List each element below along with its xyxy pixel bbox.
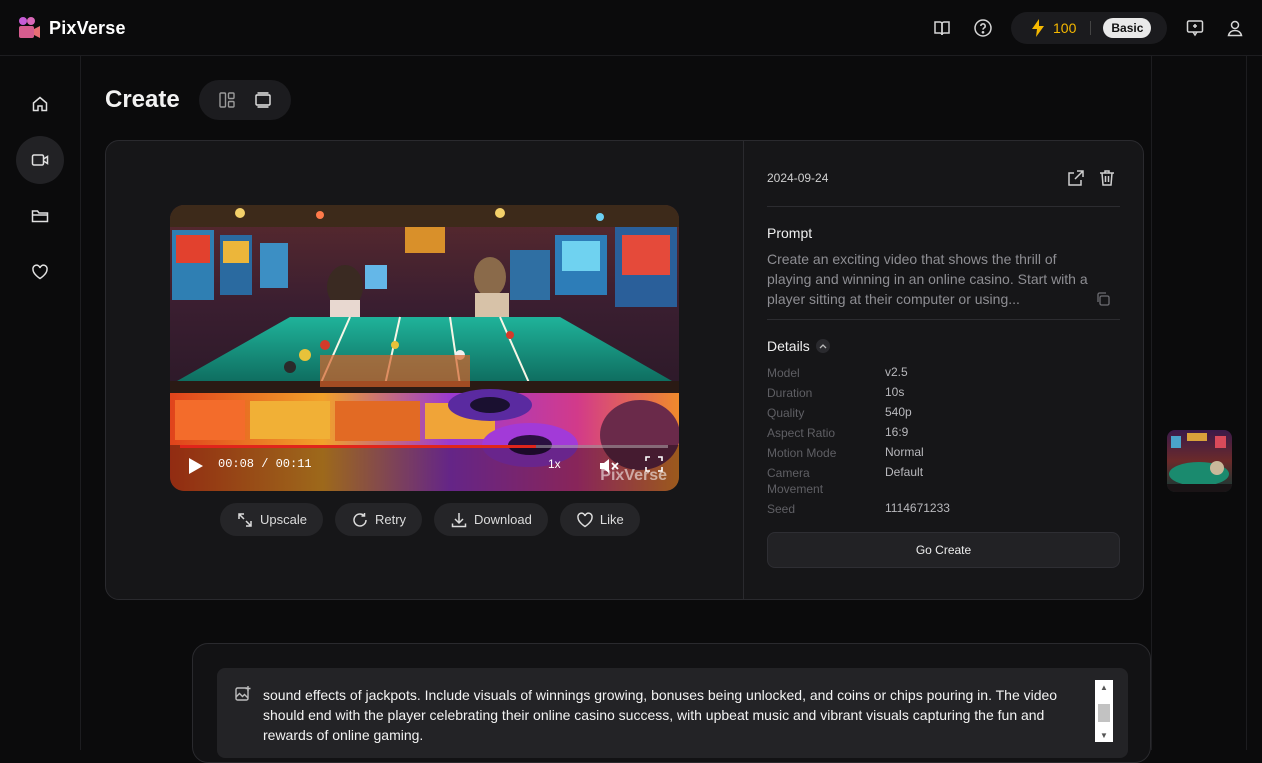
top-bar: PixVerse 100 Basic [0,0,1262,56]
details-panel: 2024-09-24 Prompt Create an exciting vid… [767,141,1120,599]
action-row: Upscale Retry Download Like [220,503,640,536]
plan-badge[interactable]: Basic [1103,18,1152,38]
prompt-input[interactable]: ​ sound effects of jackpots. Include vis… [217,668,1128,758]
detail-key: Quality [767,406,805,420]
user-icon[interactable] [1225,18,1245,38]
upscale-icon [238,512,252,527]
upscale-label: Upscale [260,512,307,527]
help-icon[interactable] [973,18,993,38]
retry-button[interactable]: Retry [334,503,423,536]
detail-value: 16:9 [885,425,909,439]
prompt-text: Create an exciting video that shows the … [767,251,1088,307]
play-button[interactable] [188,457,204,475]
download-icon [451,512,467,527]
delete-button[interactable] [1097,168,1117,188]
prompt-heading: Prompt [767,225,813,241]
progress-bar[interactable] [180,445,668,448]
progress-fill [180,445,537,448]
chevron-up-icon [815,339,830,353]
details-toggle[interactable]: Details [767,338,830,354]
result-card: 00:08 / 00:11 1x PixVerse Upscale Retry … [105,140,1144,600]
pixverse-logo-icon [19,17,40,38]
upscale-button[interactable]: Upscale [220,503,323,536]
like-button[interactable]: Like [559,503,640,536]
folder-icon [31,210,49,223]
card-divider [743,141,744,599]
history-thumbnail[interactable] [1167,430,1232,492]
divider [767,319,1120,320]
sidebar-item-create[interactable] [16,136,64,184]
detail-value: Normal [885,445,924,459]
open-external-button[interactable] [1066,168,1086,188]
detail-key: Duration [767,386,813,400]
external-link-icon [1068,170,1084,186]
sidebar-item-assets[interactable] [16,192,64,240]
bolt-icon [1032,19,1044,37]
feedback-icon[interactable] [1185,18,1205,38]
detail-value: v2.5 [885,365,908,379]
scroll-up-icon[interactable]: ▲ [1095,680,1113,694]
heart-icon [577,511,593,527]
book-icon[interactable] [932,18,952,38]
credits-pill[interactable]: 100 Basic [1011,12,1167,44]
image-upload-icon[interactable] [234,685,252,703]
video-time: 00:08 / 00:11 [218,457,312,471]
history-rail [1151,56,1247,750]
app-name: PixVerse [49,17,126,38]
detail-key: Model [767,366,800,380]
video-controls: 00:08 / 00:11 1x PixVerse [170,443,679,491]
detail-value: 540p [885,405,912,419]
detail-value: Default [885,465,924,479]
app-logo[interactable]: PixVerse [17,16,126,40]
prompt-scrollbar[interactable]: ▲ ▼ [1095,680,1113,742]
retry-label: Retry [374,512,407,527]
detail-value: 1114671233 [885,501,950,515]
heart-icon [32,264,48,280]
go-create-button[interactable]: Go Create [767,532,1120,568]
copy-icon[interactable] [1095,291,1111,307]
video-icon [31,154,49,166]
home-icon [32,96,48,112]
detail-key: Motion Mode [767,446,837,460]
single-view-icon[interactable] [253,90,273,110]
video-player[interactable]: 00:08 / 00:11 1x PixVerse [170,205,679,491]
detail-key: Aspect Ratio [767,426,836,440]
creation-date: 2024-09-24 [767,171,829,185]
prompt-composer: ​ sound effects of jackpots. Include vis… [192,643,1151,763]
sidebar-item-favorites[interactable] [16,248,64,296]
video-watermark: PixVerse [600,467,667,484]
scroll-down-icon[interactable]: ▼ [1095,728,1113,742]
scroll-thumb[interactable] [1098,704,1110,722]
prompt-input-text: sound effects of jackpots. Include visua… [263,687,1058,743]
like-label: Like [599,512,624,527]
divider [767,206,1120,207]
detail-key: Seed [767,502,796,516]
trash-icon [1100,170,1114,186]
credits-divider [1090,21,1092,35]
detail-value: 10s [885,385,905,399]
grid-view-icon[interactable] [217,90,237,110]
sidebar-item-home[interactable] [16,80,64,128]
credits-count: 100 [1053,20,1077,36]
retry-icon [353,512,367,527]
view-toggle [199,80,291,120]
sidebar [0,56,81,750]
detail-key: Camera Movement [767,466,824,496]
details-heading: Details [767,338,810,354]
playback-speed[interactable]: 1x [548,457,561,471]
page-title: Create [105,86,180,113]
download-button[interactable]: Download [434,503,548,536]
play-icon [189,458,203,474]
download-label: Download [474,512,532,527]
prompt-hidden-line: ​ [263,668,1093,676]
